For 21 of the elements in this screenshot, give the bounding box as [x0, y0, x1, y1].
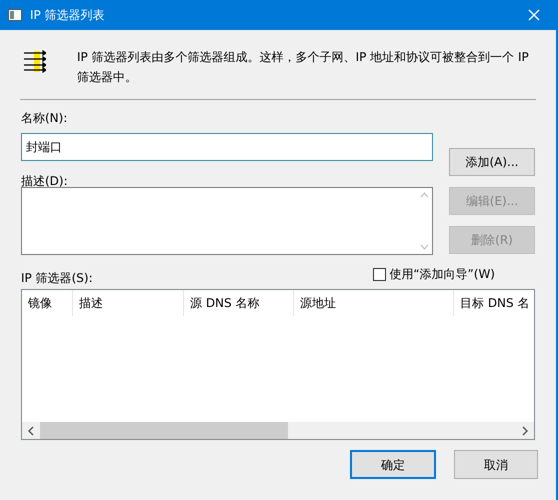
filters-label: IP 筛选器(S): — [21, 270, 93, 287]
window-title: IP 筛选器列表 — [30, 7, 105, 24]
dialog-button[interactable]: 取消 — [454, 450, 538, 479]
intro-text: IP 筛选器列表由多个筛选器组成。这样，多个子网、IP 地址和协议可被整合到一个 IP 筛选器中。 — [77, 49, 530, 86]
filter-list[interactable]: 镜像 描述 源 DNS 名称 源地址 目标 DNS 名 — [21, 289, 535, 440]
column-header[interactable]: 源地址 — [294, 290, 454, 316]
description-label: 描述(D): — [21, 173, 69, 190]
column-header[interactable]: 镜像 — [22, 290, 73, 316]
name-label: 名称(N): — [21, 110, 68, 127]
side-button[interactable]: 添加(A)... — [449, 148, 535, 176]
window-icon — [8, 9, 22, 21]
filter-arrows-icon — [24, 49, 46, 73]
column-header[interactable]: 描述 — [73, 290, 184, 316]
scrollbar-thumb[interactable] — [40, 422, 288, 439]
wizard-checkbox[interactable]: 使用“添加向导”(W) — [373, 265, 495, 283]
close-icon[interactable] — [528, 9, 540, 21]
name-field[interactable]: 封端口 — [21, 133, 433, 161]
column-header[interactable]: 源 DNS 名称 — [184, 290, 294, 316]
horizontal-scrollbar[interactable] — [22, 422, 534, 439]
column-header[interactable]: 目标 DNS 名 — [454, 290, 534, 316]
dialog-button[interactable]: 确定 — [350, 450, 436, 479]
